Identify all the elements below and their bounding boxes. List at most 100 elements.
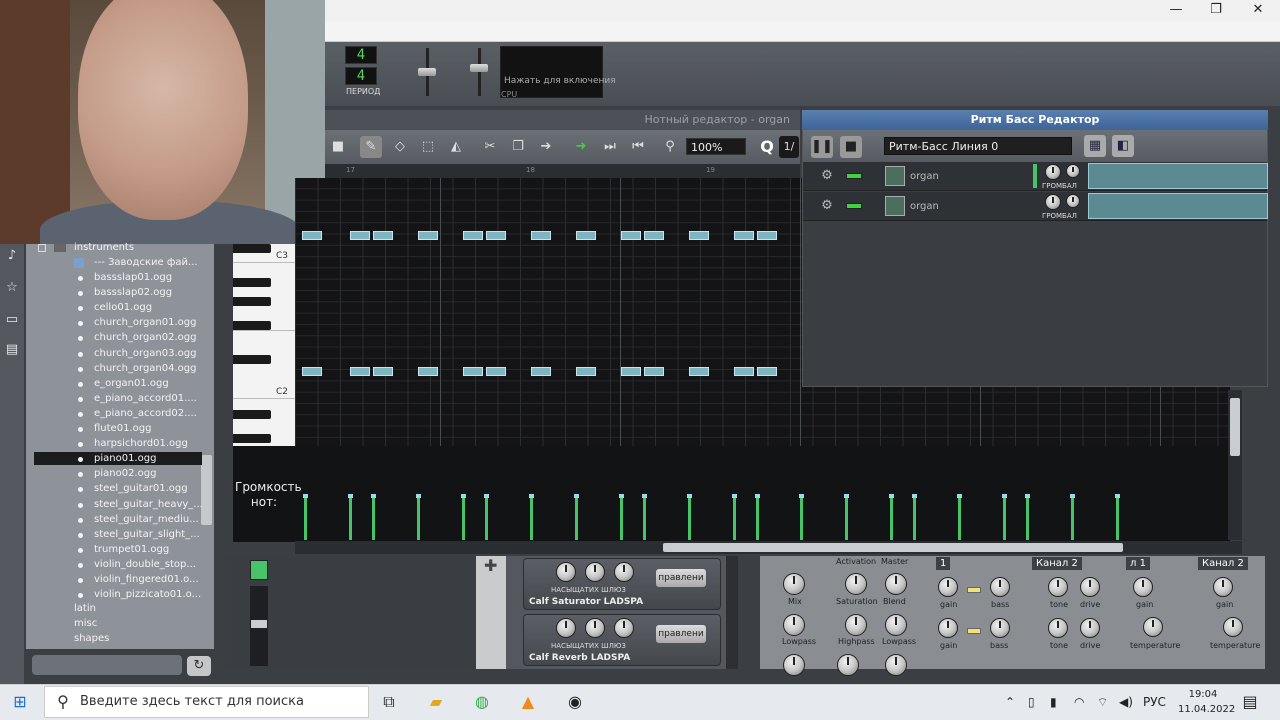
tray-up-icon[interactable]: ⌃	[1005, 695, 1015, 709]
file-item[interactable]: steel_guitar_heavy_...	[94, 499, 203, 510]
folder-instruments[interactable]: instruments	[74, 242, 134, 253]
velocity-bar[interactable]	[800, 496, 803, 540]
file-item[interactable]: steel_guitar_mediu...	[94, 514, 199, 525]
close-button[interactable]: ✕	[1238, 0, 1278, 22]
channel-knob[interactable]	[1133, 577, 1153, 597]
note[interactable]	[486, 367, 506, 376]
file-item[interactable]: bassslap02.ogg	[94, 287, 172, 298]
velocity-handle[interactable]	[619, 494, 624, 498]
file-item[interactable]: church_organ04.ogg	[94, 363, 197, 374]
note[interactable]	[486, 231, 506, 240]
maximize-button[interactable]: ❐	[1196, 0, 1236, 22]
velocity-bar[interactable]	[756, 496, 759, 540]
velocity-handle[interactable]	[799, 494, 804, 498]
tray-network-icon[interactable]: ◠	[1074, 695, 1084, 709]
velocity-bar[interactable]	[643, 496, 646, 540]
note[interactable]	[531, 231, 551, 240]
velocity-bar[interactable]	[304, 496, 307, 540]
channel-fader-knob[interactable]	[251, 620, 267, 628]
plugin-knob[interactable]	[885, 573, 907, 595]
velocity-bar[interactable]	[485, 496, 488, 540]
pattern-block[interactable]	[1088, 163, 1268, 189]
velocity-handle[interactable]	[957, 494, 962, 498]
mute-led[interactable]	[846, 173, 862, 179]
time-sig-numerator[interactable]: 4	[345, 46, 377, 64]
black-key[interactable]	[233, 321, 271, 330]
cut-icon[interactable]: ✂	[479, 136, 501, 158]
play-icon[interactable]: ➜	[570, 136, 592, 158]
channel-knob[interactable]	[1213, 577, 1233, 597]
velocity-handle[interactable]	[1025, 494, 1030, 498]
black-key[interactable]	[233, 434, 271, 443]
folder-icon[interactable]: ▭	[4, 312, 20, 328]
file-item[interactable]: steel_guitar01.ogg	[94, 483, 188, 494]
note[interactable]	[350, 367, 370, 376]
fx-scrollbar[interactable]	[726, 556, 738, 669]
channel-knob[interactable]	[1143, 617, 1163, 637]
file-item[interactable]: piano01.ogg	[94, 453, 156, 464]
file-item[interactable]: violin_double_stop...	[94, 559, 196, 570]
skip-start-icon[interactable]: ⏮	[627, 136, 649, 158]
browser-scroll-thumb[interactable]	[201, 455, 212, 525]
note[interactable]	[463, 367, 483, 376]
black-key[interactable]	[233, 355, 271, 364]
note[interactable]	[576, 231, 596, 240]
file-item[interactable]: violin_pizzicato01.o...	[94, 589, 201, 600]
velocity-bar[interactable]	[575, 496, 578, 540]
reload-icon[interactable]: ↻	[187, 656, 211, 676]
plugin-knob[interactable]	[885, 614, 907, 636]
channel-knob[interactable]	[1080, 618, 1100, 638]
browser-filter-input[interactable]	[32, 655, 182, 675]
channel-knob[interactable]	[1048, 577, 1068, 597]
note[interactable]	[644, 231, 664, 240]
velocity-handle[interactable]	[755, 494, 760, 498]
black-key[interactable]	[233, 244, 271, 253]
piano-roll-ruler[interactable]	[325, 164, 800, 178]
pan-knob[interactable]	[1066, 164, 1080, 178]
file-explorer-icon[interactable]: ▰	[426, 692, 446, 712]
plugin-knob[interactable]	[845, 573, 867, 595]
gear-icon[interactable]: ⚙	[816, 195, 838, 217]
channel-tab[interactable]: Канал 2	[1032, 557, 1082, 570]
channel-knob[interactable]	[1048, 618, 1068, 638]
erase-icon[interactable]: ◇	[389, 136, 411, 158]
velocity-bar[interactable]	[1116, 496, 1119, 540]
velocity-handle[interactable]	[844, 494, 849, 498]
velocity-handle[interactable]	[1115, 494, 1120, 498]
note[interactable]	[644, 367, 664, 376]
velocity-handle[interactable]	[642, 494, 647, 498]
file-item[interactable]: steel_guitar_slight_...	[94, 529, 200, 540]
plugin-knob[interactable]	[845, 614, 867, 636]
file-item[interactable]: piano02.ogg	[94, 468, 156, 479]
channel-tab[interactable]: л 1	[1126, 557, 1150, 570]
channel-knob[interactable]	[938, 618, 958, 638]
rhythm-bass-line-select[interactable]: Ритм-Басс Линия 0	[884, 137, 1072, 155]
file-item[interactable]: cello01.ogg	[94, 302, 152, 313]
file-item[interactable]: e_piano_accord01....	[94, 393, 197, 404]
plugin-knob[interactable]	[837, 654, 859, 676]
fx-knob[interactable]	[585, 618, 605, 638]
file-item[interactable]: violin_fingered01.o...	[94, 574, 199, 585]
note[interactable]	[373, 231, 393, 240]
velocity-handle[interactable]	[303, 494, 308, 498]
black-key[interactable]	[233, 297, 271, 306]
skip-end-icon[interactable]: ⏭	[599, 136, 621, 158]
zoom-select[interactable]: 100%	[686, 138, 746, 155]
note[interactable]	[350, 231, 370, 240]
minimize-button[interactable]: —	[1156, 0, 1196, 22]
lmms-icon[interactable]: ◍	[472, 692, 492, 712]
folder-latin[interactable]: latin	[74, 603, 96, 614]
plugin-knob[interactable]	[885, 654, 907, 676]
select-icon[interactable]: ⬚	[417, 136, 439, 158]
velocity-bar[interactable]	[913, 496, 916, 540]
add-sample-icon[interactable]: ◧	[1112, 135, 1134, 157]
pattern-block[interactable]	[1088, 193, 1268, 219]
add-effect-icon[interactable]: ✚	[484, 556, 497, 575]
velocity-bar[interactable]	[890, 496, 893, 540]
windows-start-icon[interactable]: ⊞	[10, 692, 30, 712]
velocity-handle[interactable]	[1002, 494, 1007, 498]
note[interactable]	[757, 231, 777, 240]
file-item[interactable]: trumpet01.ogg	[94, 544, 169, 555]
velocity-bar[interactable]	[349, 496, 352, 540]
note[interactable]	[576, 367, 596, 376]
